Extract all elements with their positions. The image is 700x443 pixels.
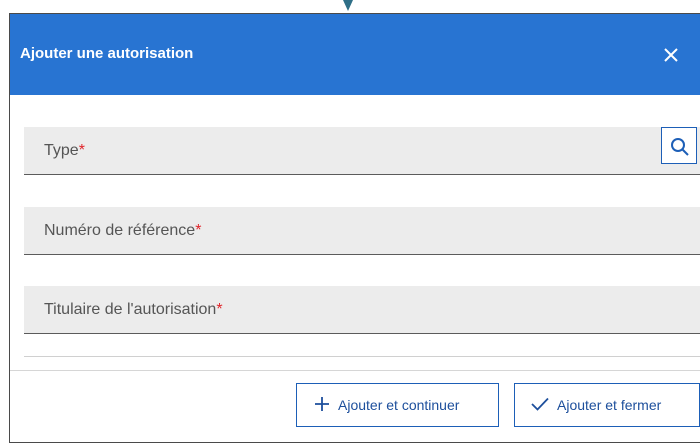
- add-and-continue-button[interactable]: Ajouter et continuer: [296, 383, 499, 427]
- authorization-holder-field[interactable]: Titulaire de l'autorisation*: [24, 286, 700, 334]
- required-marker: *: [195, 222, 202, 239]
- dialog-title: Ajouter une autorisation: [20, 45, 194, 62]
- reference-number-label: Numéro de référence*: [44, 222, 201, 240]
- required-marker: *: [78, 142, 85, 159]
- add-and-close-button[interactable]: Ajouter et fermer: [514, 383, 700, 427]
- close-icon[interactable]: [660, 44, 682, 66]
- authorization-holder-label: Titulaire de l'autorisation*: [44, 301, 223, 319]
- type-search-button[interactable]: [661, 127, 697, 164]
- content-divider: [24, 356, 700, 357]
- reference-label-text: Numéro de référence: [44, 222, 196, 239]
- type-label-text: Type: [44, 142, 79, 159]
- plus-icon: [314, 396, 330, 415]
- type-field[interactable]: Type*: [24, 127, 700, 175]
- reference-number-field[interactable]: Numéro de référence*: [24, 207, 700, 255]
- dialog-header: Ajouter une autorisation: [10, 14, 700, 95]
- footer-divider: [10, 370, 700, 371]
- type-field-label: Type*: [44, 142, 85, 160]
- add-and-close-label: Ajouter et fermer: [557, 397, 662, 413]
- pointer-arrow-icon: [343, 0, 353, 11]
- add-authorization-dialog: Ajouter une autorisation Type* Numéro de…: [9, 13, 700, 443]
- holder-label-text: Titulaire de l'autorisation: [44, 301, 217, 318]
- required-marker: *: [216, 301, 223, 318]
- check-icon: [531, 397, 549, 414]
- add-and-continue-label: Ajouter et continuer: [338, 397, 460, 413]
